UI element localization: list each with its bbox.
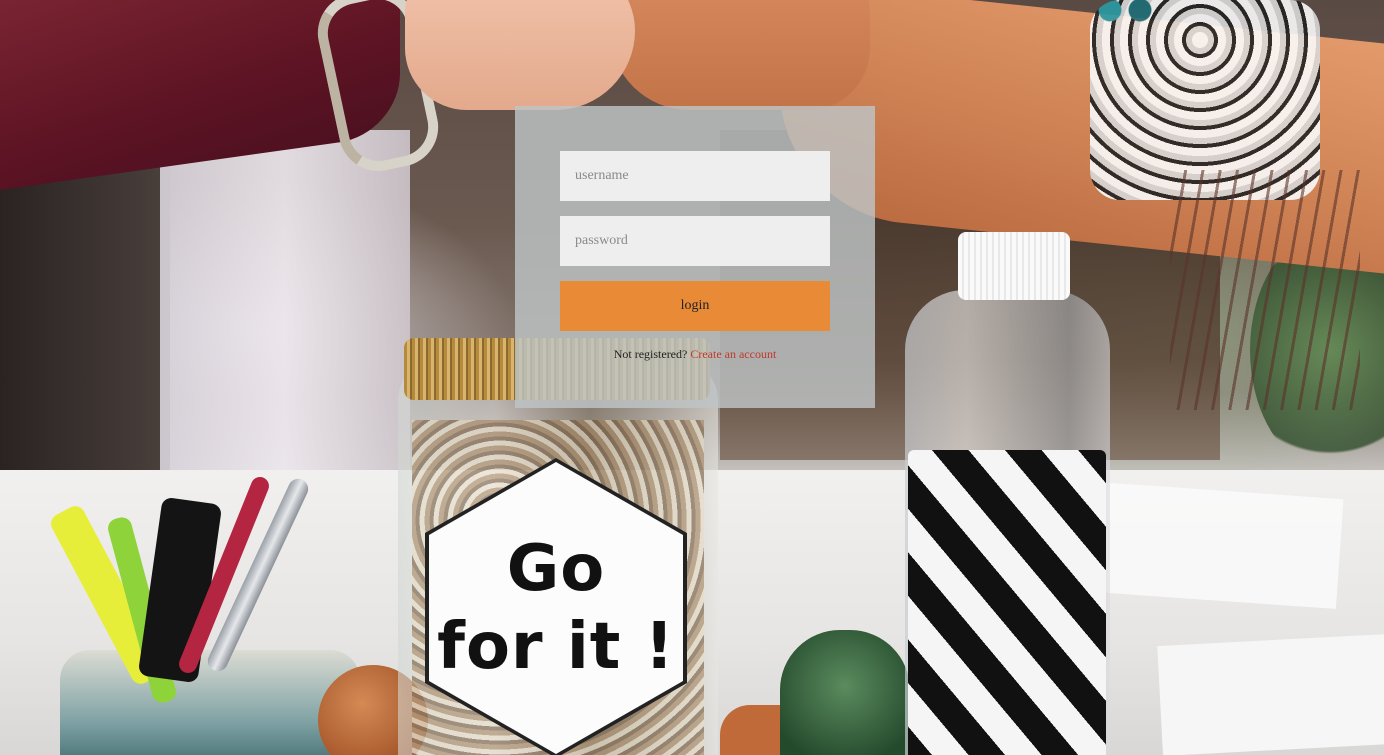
cactus [780,630,910,755]
password-input[interactable] [560,216,830,266]
username-input[interactable] [560,151,830,201]
bottle-striped-sleeve [908,450,1106,755]
bottle-cap [958,232,1070,300]
bracelet-strings [1170,170,1360,410]
background-paper [1157,634,1384,755]
not-registered-text: Not registered? [613,347,688,361]
login-panel: login Not registered? Create an account [515,106,875,408]
right-fist [610,0,870,110]
create-account-link[interactable]: Create an account [690,347,776,361]
jar-label-line2: for it ! [437,610,675,684]
login-button[interactable]: login [560,281,830,331]
left-fist [405,0,635,110]
register-prompt: Not registered? Create an account [515,347,875,362]
background-paper [1076,481,1344,609]
jar-label-line1: Go [506,532,606,606]
